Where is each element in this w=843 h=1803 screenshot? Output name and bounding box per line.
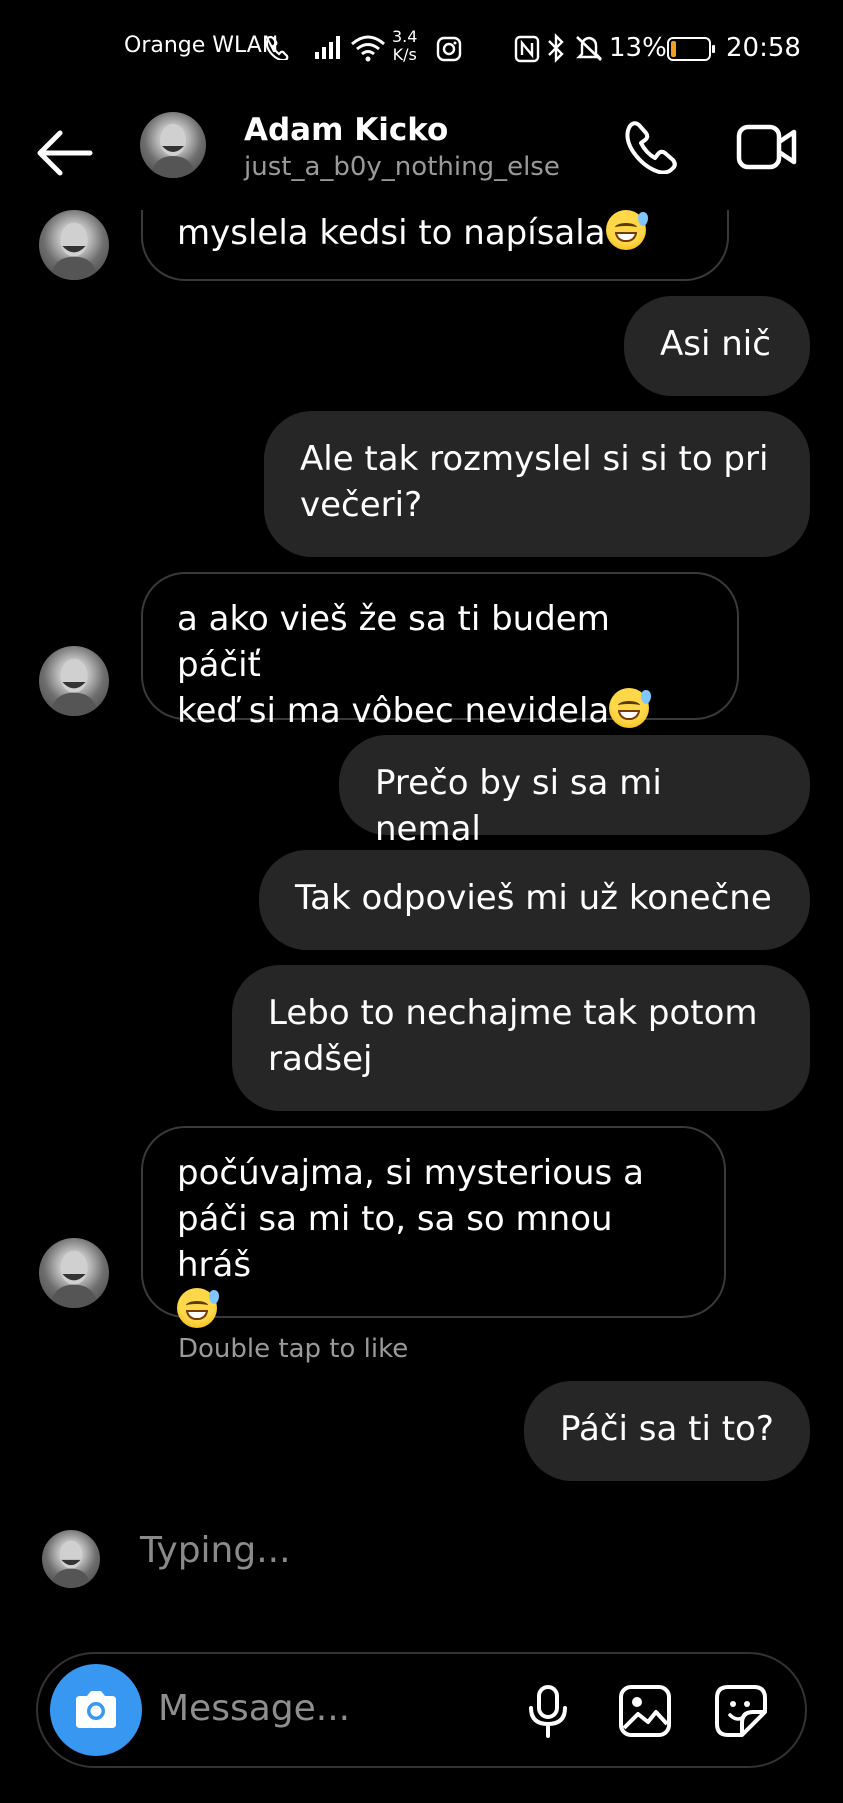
incoming-message[interactable]: a ako vieš že sa ti budem páčiť keď si m… bbox=[141, 572, 739, 731]
sweat-smile-emoji bbox=[605, 210, 648, 250]
message-text: myslela kedsi to napísala bbox=[177, 213, 606, 253]
outgoing-message[interactable]: Lebo to nechajme tak potom radšej bbox=[232, 965, 810, 1111]
sweat-smile-emoji bbox=[177, 1288, 219, 1328]
wifi-calling-icon bbox=[265, 35, 289, 60]
video-call-icon[interactable] bbox=[736, 122, 798, 172]
avatar[interactable] bbox=[39, 646, 109, 716]
message-text: Lebo to nechajme tak potom bbox=[268, 993, 758, 1033]
avatar[interactable] bbox=[39, 1238, 109, 1308]
message-text: Ale tak rozmyslel si si to pri bbox=[300, 439, 769, 479]
message-text: páči sa mi to, sa so mnou hráš bbox=[177, 1199, 613, 1285]
gallery-icon[interactable] bbox=[618, 1684, 672, 1738]
message-text: Asi nič bbox=[660, 324, 771, 364]
avatar bbox=[42, 1530, 100, 1588]
avatar[interactable] bbox=[140, 112, 206, 178]
message-text: večeri? bbox=[300, 485, 423, 525]
message-text: Tak odpovieš mi už konečne bbox=[295, 878, 772, 918]
status-bar: Orange WLAN 3.4 K/s 13% 20:58 bbox=[0, 0, 843, 100]
sweat-smile-emoji bbox=[609, 688, 652, 728]
avatar[interactable] bbox=[39, 210, 109, 280]
clock: 20:58 bbox=[726, 33, 801, 63]
incoming-message[interactable]: počúvajma, si mysterious a páči sa mi to… bbox=[141, 1126, 726, 1328]
outgoing-message[interactable]: Páči sa ti to? bbox=[524, 1381, 810, 1481]
chat-header: Adam Kicko just_a_b0y_nothing_else bbox=[0, 100, 843, 210]
contact-name[interactable]: Adam Kicko bbox=[244, 112, 448, 148]
nfc-icon bbox=[514, 35, 540, 63]
bluetooth-icon bbox=[548, 33, 564, 63]
message-input[interactable] bbox=[158, 1688, 508, 1729]
camera-button[interactable] bbox=[50, 1664, 142, 1756]
sticker-icon[interactable] bbox=[714, 1684, 768, 1738]
speed-value: 3.4 bbox=[392, 27, 418, 46]
message-text: počúvajma, si mysterious a bbox=[177, 1153, 644, 1193]
battery-percent: 13% bbox=[609, 33, 667, 63]
message-composer bbox=[36, 1652, 807, 1768]
outgoing-message[interactable]: Tak odpovieš mi už konečne bbox=[259, 850, 810, 950]
message-text: radšej bbox=[268, 1039, 373, 1079]
typing-indicator: Typing... bbox=[140, 1530, 291, 1571]
mute-bell-icon bbox=[576, 36, 602, 61]
network-speed: 3.4 K/s bbox=[392, 28, 417, 64]
carrier-label: Orange WLAN bbox=[124, 33, 279, 58]
double-tap-hint: Double tap to like bbox=[178, 1334, 409, 1364]
outgoing-message[interactable]: Asi nič bbox=[624, 296, 810, 396]
message-text: a ako vieš že sa ti budem páčiť bbox=[177, 599, 610, 685]
contact-username[interactable]: just_a_b0y_nothing_else bbox=[244, 152, 560, 182]
message-text: Páči sa ti to? bbox=[560, 1409, 774, 1449]
instagram-icon bbox=[436, 36, 462, 62]
signal-icon bbox=[315, 36, 340, 59]
wifi-icon bbox=[351, 35, 385, 62]
message-text: Prečo by si sa mi nemal bbox=[375, 763, 662, 849]
camera-icon bbox=[76, 1691, 116, 1728]
back-arrow-icon[interactable] bbox=[36, 128, 94, 178]
speed-unit: K/s bbox=[392, 45, 417, 64]
battery-icon bbox=[667, 37, 715, 61]
phone-call-icon[interactable] bbox=[622, 118, 678, 174]
outgoing-message[interactable]: Prečo by si sa mi nemal bbox=[339, 735, 810, 849]
outgoing-message[interactable]: Ale tak rozmyslel si si to pri večeri? bbox=[264, 411, 810, 557]
microphone-icon[interactable] bbox=[526, 1684, 570, 1740]
message-text: keď si ma vôbec nevidela bbox=[177, 691, 610, 731]
